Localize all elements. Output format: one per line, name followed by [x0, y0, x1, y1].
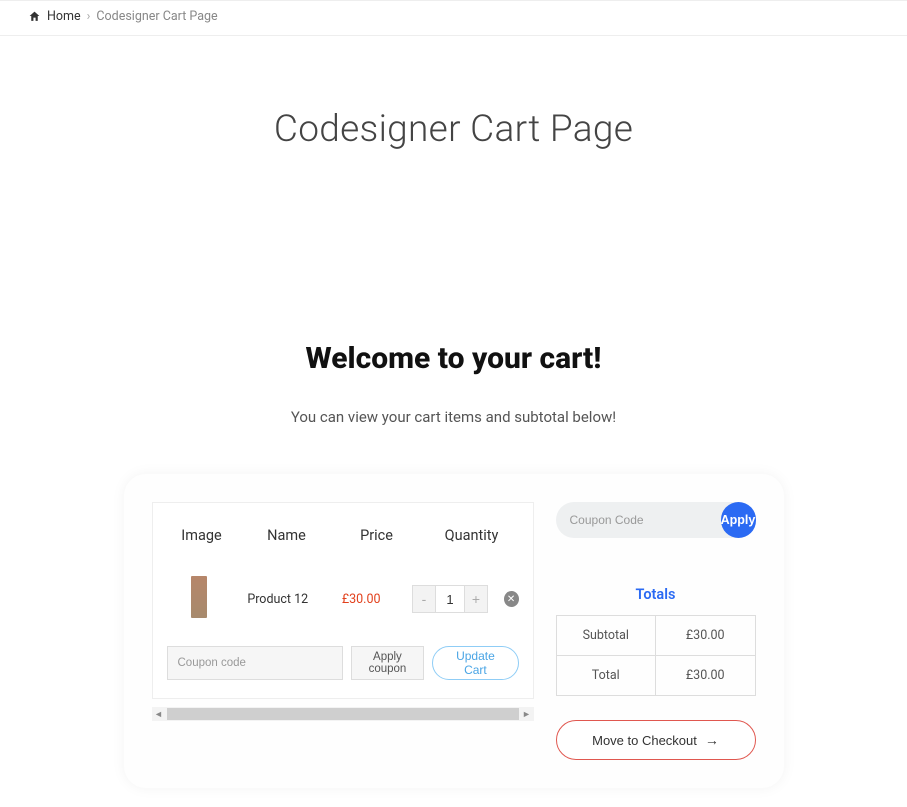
breadcrumb-separator: › — [87, 9, 91, 24]
totals-row-subtotal: Subtotal £30.00 — [556, 616, 755, 656]
totals-box: Totals Subtotal £30.00 Total £30.00 — [556, 586, 756, 696]
breadcrumb-home[interactable]: Home — [47, 9, 81, 24]
inline-coupon-input[interactable] — [167, 646, 343, 680]
horizontal-scrollbar[interactable]: ◄ ► — [152, 707, 534, 721]
qty-input[interactable] — [435, 586, 465, 612]
col-header-image: Image — [167, 527, 237, 544]
page-title: Codesigner Cart Page — [0, 108, 907, 151]
remove-item-button[interactable]: ✕ — [504, 591, 519, 607]
breadcrumb-bar: Home › Codesigner Cart Page — [0, 0, 907, 36]
breadcrumb: Home › Codesigner Cart Page — [28, 9, 218, 24]
totals-row-total: Total £30.00 — [556, 656, 755, 696]
cart-heading: Welcome to your cart! — [0, 341, 907, 376]
cart-subheading: You can view your cart items and subtota… — [0, 408, 907, 426]
home-icon — [28, 10, 41, 23]
summary-section: Apply Totals Subtotal £30.00 Total £30.0… — [556, 502, 756, 760]
total-value: £30.00 — [656, 656, 756, 696]
checkout-button[interactable]: Move to Checkout → — [556, 720, 756, 760]
coupon-bar: Apply — [556, 502, 756, 538]
quantity-stepper: - + — [412, 585, 488, 613]
product-image[interactable] — [191, 576, 207, 618]
cart-table-section: Image Name Price Quantity Product 12 £30… — [152, 502, 534, 760]
quantity-cell: - + — [408, 585, 491, 613]
coupon-input[interactable] — [556, 502, 739, 538]
subtotal-value: £30.00 — [656, 616, 756, 656]
scroll-right-icon[interactable]: ► — [520, 707, 534, 721]
total-label: Total — [556, 656, 656, 696]
col-header-quantity: Quantity — [427, 527, 517, 544]
totals-title: Totals — [556, 586, 756, 603]
totals-table: Subtotal £30.00 Total £30.00 — [556, 615, 756, 696]
qty-decrease-button[interactable]: - — [413, 586, 435, 612]
cart-actions: Apply coupon Update Cart — [167, 646, 519, 680]
col-header-price: Price — [337, 527, 417, 544]
apply-coupon-button[interactable]: Apply — [721, 502, 756, 538]
cart-box: Image Name Price Quantity Product 12 £30… — [152, 502, 534, 699]
arrow-right-icon: → — [705, 732, 719, 748]
scrollbar-track[interactable] — [167, 708, 519, 720]
product-name[interactable]: Product 12 — [231, 592, 324, 607]
product-image-cell — [167, 576, 232, 622]
qty-increase-button[interactable]: + — [465, 586, 487, 612]
subtotal-label: Subtotal — [556, 616, 656, 656]
breadcrumb-current: Codesigner Cart Page — [96, 9, 217, 24]
product-price: £30.00 — [324, 592, 398, 607]
checkout-label: Move to Checkout — [592, 733, 697, 748]
update-cart-button[interactable]: Update Cart — [432, 646, 518, 680]
cart-card: Image Name Price Quantity Product 12 £30… — [124, 474, 784, 788]
cart-row: Product 12 £30.00 - + ✕ — [167, 576, 519, 622]
inline-apply-coupon-button[interactable]: Apply coupon — [351, 646, 425, 680]
cart-headers: Image Name Price Quantity — [167, 527, 519, 544]
close-icon: ✕ — [507, 594, 515, 605]
col-header-name: Name — [237, 527, 337, 544]
scroll-left-icon[interactable]: ◄ — [152, 707, 166, 721]
